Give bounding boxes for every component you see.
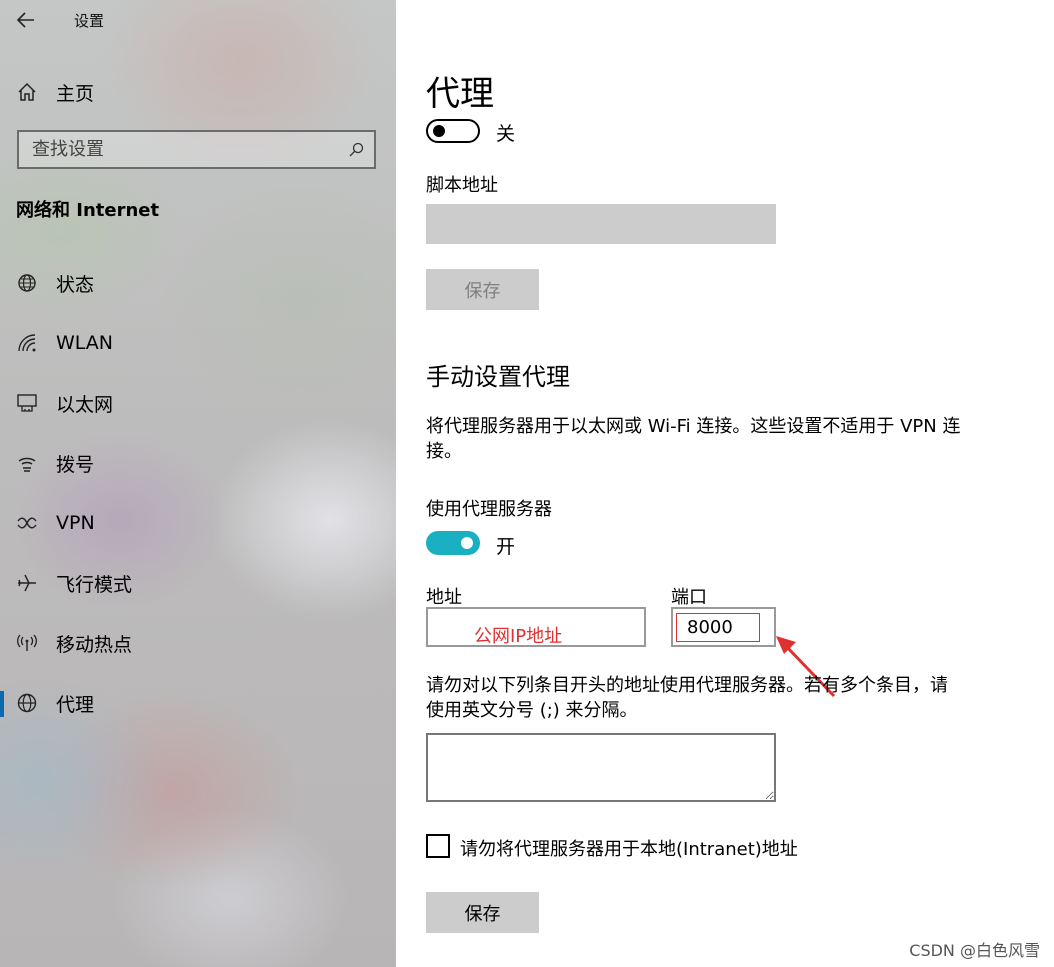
description-line: 接。 (426, 441, 462, 462)
local-bypass-label: 请勿将代理服务器用于本地(Intranet)地址 (460, 839, 798, 860)
description-line: 将代理服务器用于以太网或 Wi-Fi 连接。这些设置不适用于 VPN 连 (426, 416, 961, 437)
sidebar: 设置 主页 网络和 Internet 状态 (0, 0, 396, 967)
sidebar-item-label: 状态 (56, 273, 95, 296)
exceptions-description: 请勿对以下列条目开头的地址使用代理服务器。若有多个条目，请 使用英文分号 (;)… (426, 673, 948, 723)
address-label: 地址 (426, 587, 462, 608)
description-line: 请勿对以下列条目开头的地址使用代理服务器。若有多个条目，请 (426, 675, 948, 696)
exceptions-textarea[interactable] (426, 733, 776, 802)
sidebar-item-label: 移动热点 (56, 633, 133, 656)
script-address-input[interactable] (426, 204, 776, 244)
use-proxy-label: 使用代理服务器 (426, 499, 552, 520)
port-label: 端口 (671, 587, 707, 608)
auto-detect-state: 关 (496, 123, 516, 145)
back-arrow-icon[interactable] (14, 9, 38, 31)
port-value: 8000 (687, 617, 733, 638)
save-script-button[interactable]: 保存 (426, 269, 539, 310)
manual-proxy-description: 将代理服务器用于以太网或 Wi-Fi 连接。这些设置不适用于 VPN 连 接。 (426, 414, 960, 464)
airplane-icon (18, 574, 36, 592)
app-title: 设置 (74, 12, 105, 30)
dialup-icon (18, 457, 36, 472)
local-bypass-checkbox[interactable] (426, 834, 450, 858)
use-proxy-state: 开 (496, 536, 516, 558)
nav-home[interactable]: 主页 (16, 78, 94, 106)
nav-home-label: 主页 (56, 82, 95, 105)
page-title: 代理 (426, 74, 494, 114)
home-icon (18, 82, 36, 101)
use-proxy-toggle[interactable] (426, 531, 480, 555)
save-proxy-button[interactable]: 保存 (426, 892, 539, 933)
watermark: CSDN @白色风雪 (909, 941, 1040, 960)
search-box[interactable] (17, 130, 376, 169)
globe-status-icon (18, 274, 36, 292)
section-title: 网络和 Internet (16, 200, 160, 221)
sidebar-item-proxy[interactable]: 代理 (0, 673, 396, 733)
sidebar-item-ethernet[interactable]: 以太网 (0, 373, 396, 433)
sidebar-item-wlan[interactable]: WLAN (0, 313, 396, 373)
main-panel: 代理 关 脚本地址 保存 手动设置代理 将代理服务器用于以太网或 Wi-Fi 连… (396, 0, 1054, 967)
sidebar-item-vpn[interactable]: VPN (0, 493, 396, 553)
sidebar-item-label: WLAN (56, 332, 114, 354)
search-input[interactable] (32, 139, 332, 160)
ethernet-icon (17, 394, 37, 412)
sidebar-item-status[interactable]: 状态 (0, 253, 396, 313)
hotspot-icon (17, 634, 37, 651)
manual-proxy-heading: 手动设置代理 (426, 363, 570, 391)
search-icon[interactable] (348, 142, 364, 158)
vpn-icon (17, 517, 37, 529)
address-annotation: 公网IP地址 (474, 626, 563, 647)
sidebar-item-dialup[interactable]: 拨号 (0, 433, 396, 493)
sidebar-item-hotspot[interactable]: 移动热点 (0, 613, 396, 673)
toggle-knob (433, 125, 445, 137)
sidebar-item-label: 拨号 (56, 453, 95, 476)
description-line: 使用英文分号 (;) 来分隔。 (426, 700, 638, 721)
sidebar-item-label: 以太网 (56, 393, 114, 416)
sidebar-item-label: 代理 (56, 693, 95, 716)
script-address-label: 脚本地址 (426, 175, 498, 196)
sidebar-item-label: VPN (56, 512, 95, 534)
nav-list: 状态 WLAN 以太网 拨号 VPN 飞行模式 移动热点 代理 (0, 253, 396, 733)
sidebar-item-label: 飞行模式 (56, 573, 133, 596)
wifi-icon (18, 334, 36, 352)
auto-detect-toggle[interactable] (426, 119, 480, 143)
toggle-knob (461, 537, 473, 549)
sidebar-item-airplane[interactable]: 飞行模式 (0, 553, 396, 613)
globe-icon (17, 693, 37, 713)
